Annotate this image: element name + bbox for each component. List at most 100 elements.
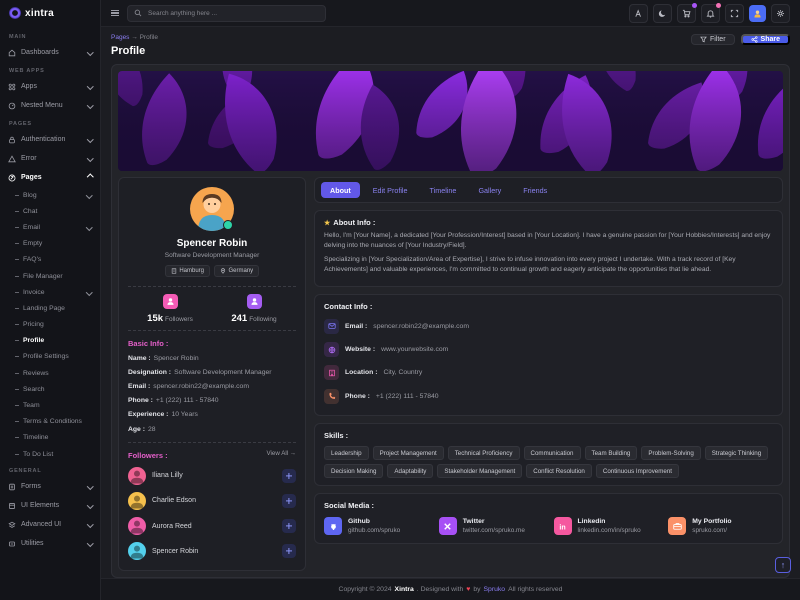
mail-icon xyxy=(324,319,339,334)
skill-badge[interactable]: Decision Making xyxy=(324,464,383,478)
breadcrumb-parent[interactable]: Pages xyxy=(111,34,129,41)
add-follower-button[interactable] xyxy=(282,519,296,533)
sidebar-subitem[interactable]: Team xyxy=(0,397,100,413)
basic-info-row: Phone :+1 (222) 111 - 57840 xyxy=(128,394,296,408)
add-follower-button[interactable] xyxy=(282,544,296,558)
chevron-down-icon xyxy=(87,484,93,490)
sidebar-subitem[interactable]: Search xyxy=(0,381,100,397)
theme-toggle-icon[interactable] xyxy=(653,4,672,23)
sidebar-subitem[interactable]: File Manager xyxy=(0,268,100,284)
share-button[interactable]: Share xyxy=(741,34,790,45)
skill-badge[interactable]: Conflict Resolution xyxy=(526,464,592,478)
skill-badge[interactable]: Communication xyxy=(524,446,581,460)
sidebar-subitem[interactable]: Profile xyxy=(0,333,100,349)
sidebar-subitem-label: Blog xyxy=(23,192,37,199)
chevron-down-icon xyxy=(87,102,93,108)
fullscreen-icon[interactable] xyxy=(725,4,744,23)
dash-marker xyxy=(15,227,19,228)
social-github[interactable]: Github github.com/spruko xyxy=(324,517,429,535)
add-follower-button[interactable] xyxy=(282,469,296,483)
search-input[interactable] xyxy=(146,9,319,18)
sidebar-subitem[interactable]: Invoice xyxy=(0,284,100,300)
sidebar-subitem[interactable]: Timeline xyxy=(0,430,100,446)
follower-avatar xyxy=(128,517,146,535)
skill-badge[interactable]: Technical Proficiency xyxy=(448,446,520,460)
sidebar-subitem[interactable]: Blog xyxy=(0,187,100,203)
profile-name: Spencer Robin xyxy=(128,238,296,249)
logo[interactable]: xintra xyxy=(0,0,100,26)
contact-row-phone: Phone : +1 (222) 111 - 57840 xyxy=(324,385,773,408)
topbar xyxy=(101,0,800,27)
sidebar-item-apps[interactable]: Apps xyxy=(0,77,100,96)
dash-marker xyxy=(15,259,19,260)
profile-tab[interactable]: Gallery xyxy=(469,182,510,198)
profile-tab[interactable]: Timeline xyxy=(421,182,466,198)
skill-badge[interactable]: Continuous Improvement xyxy=(596,464,679,478)
user-avatar[interactable] xyxy=(749,5,766,22)
skill-badge[interactable]: Adaptability xyxy=(387,464,433,478)
skill-badge[interactable]: Project Management xyxy=(373,446,444,460)
translate-icon[interactable] xyxy=(629,4,648,23)
footer-spruko-link[interactable]: Spruko xyxy=(484,586,506,593)
sidebar-subitem-label: Pricing xyxy=(23,321,44,328)
sidebar-subitem-label: Email xyxy=(23,224,40,231)
sidebar-subitem[interactable]: Terms & Conditions xyxy=(0,414,100,430)
sidebar-item-advanced-ui[interactable]: Advanced UI xyxy=(0,515,100,534)
sidebar-subitem[interactable]: Landing Page xyxy=(0,300,100,316)
alert-icon xyxy=(8,155,16,163)
sidebar-subitem[interactable]: To Do List xyxy=(0,446,100,462)
skills-list: Leadership Project Management Technical Pr… xyxy=(324,444,773,478)
sidebar-item-error[interactable]: Error xyxy=(0,149,100,168)
hamburger-menu-icon[interactable] xyxy=(111,10,119,17)
view-all-link[interactable]: View All → xyxy=(267,450,296,457)
breadcrumb-arrow: → xyxy=(131,34,138,41)
sidebar-item-authentication[interactable]: Authentication xyxy=(0,130,100,149)
add-follower-button[interactable] xyxy=(282,494,296,508)
filter-button[interactable]: Filter xyxy=(691,34,735,45)
profile-tab[interactable]: About xyxy=(321,182,360,198)
profile-tab[interactable]: Edit Profile xyxy=(364,182,417,198)
building-icon xyxy=(171,268,177,274)
scroll-to-top-button[interactable]: ↑ xyxy=(775,557,791,573)
sidebar-subitem-label: Team xyxy=(23,402,40,409)
sidebar-subitem[interactable]: Empty xyxy=(0,236,100,252)
sidebar-subitem[interactable]: Email xyxy=(0,219,100,235)
sidebar-subitem[interactable]: Pricing xyxy=(0,317,100,333)
skill-badge[interactable]: Stakeholder Management xyxy=(437,464,522,478)
social-linkedin[interactable]: in Linkedin linkedin.com/in/spruko xyxy=(554,517,659,535)
sidebar-item-label: UI Elements xyxy=(21,502,59,509)
sidebar-item-label: Utilities xyxy=(21,540,44,547)
sidebar-item-utilities[interactable]: Utilities xyxy=(0,534,100,553)
sidebar-item-forms[interactable]: Forms xyxy=(0,477,100,496)
skill-badge[interactable]: Strategic Thinking xyxy=(705,446,768,460)
sidebar-item-nested-menu[interactable]: Nested Menu xyxy=(0,96,100,115)
skills-section: Skills : LeadershipProject ManagementTec… xyxy=(314,423,783,486)
sidebar-item-label: Forms xyxy=(21,483,41,490)
dash-marker xyxy=(15,421,19,422)
home-icon xyxy=(8,49,16,57)
sidebar-subitem[interactable]: Profile Settings xyxy=(0,349,100,365)
settings-gear-icon[interactable] xyxy=(771,4,790,23)
cart-icon[interactable] xyxy=(677,4,696,23)
sidebar-item-ui-elements[interactable]: UI Elements xyxy=(0,496,100,515)
profile-tab[interactable]: Friends xyxy=(514,182,556,198)
sidebar-subitem[interactable]: Chat xyxy=(0,203,100,219)
sidebar-subitem[interactable]: FAQ's xyxy=(0,252,100,268)
notifications-bell-icon[interactable] xyxy=(701,4,720,23)
chevron-up-icon xyxy=(87,174,93,180)
social-portfolio[interactable]: My Portfolio spruko.com/ xyxy=(668,517,773,535)
sidebar-item-pages[interactable]: Pages xyxy=(0,168,100,187)
sidebar-subitem[interactable]: Reviews xyxy=(0,365,100,381)
skill-badge[interactable]: Leadership xyxy=(324,446,369,460)
social-twitter[interactable]: Twitter twitter.com/spruko.me xyxy=(439,517,544,535)
follower-name: Charlie Edson xyxy=(152,497,196,504)
sidebar-subitem-label: FAQ's xyxy=(23,256,41,263)
sidebar-subitem-label: To Do List xyxy=(23,451,53,458)
sidebar-item-dashboards[interactable]: Dashboards xyxy=(0,43,100,62)
global-search[interactable] xyxy=(127,5,326,22)
briefcase-icon xyxy=(668,517,686,535)
skill-badge[interactable]: Problem-Solving xyxy=(641,446,700,460)
logo-icon xyxy=(9,7,21,19)
dash-marker xyxy=(15,324,19,325)
skill-badge[interactable]: Team Building xyxy=(585,446,638,460)
